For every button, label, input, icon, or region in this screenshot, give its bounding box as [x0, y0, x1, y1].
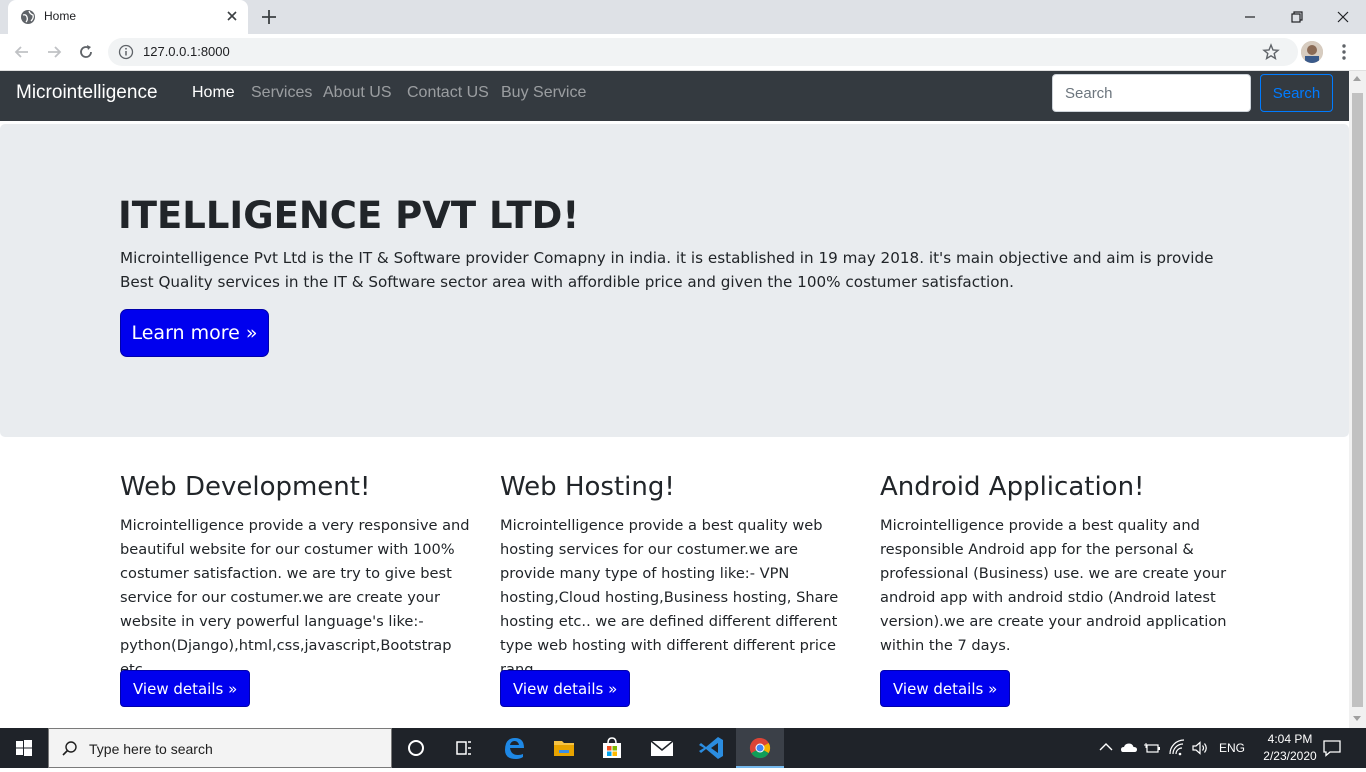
bookmark-star-icon[interactable] — [1262, 43, 1280, 61]
address-bar[interactable]: 127.0.0.1:8000 — [108, 38, 1298, 66]
service-description: Microintelligence provide a best quality… — [500, 517, 839, 678]
tab-title: Home — [44, 9, 77, 23]
site-brand[interactable]: Microintelligence — [16, 82, 158, 104]
file-explorer-icon[interactable] — [540, 728, 588, 768]
chrome-icon — [749, 737, 771, 759]
hero-description: Microintelligence Pvt Ltd is the IT & So… — [120, 249, 1214, 291]
vscode-icon[interactable] — [688, 728, 736, 768]
hero-jumbotron: ITELLIGENCE PVT LTD! Microintelligence P… — [0, 124, 1349, 437]
site-navbar: Microintelligence Home Services About US… — [0, 71, 1349, 121]
edge-browser-icon[interactable] — [490, 728, 538, 768]
input-language-indicator[interactable]: ENG — [1219, 741, 1245, 755]
wifi-icon[interactable] — [1168, 739, 1186, 757]
notifications-icon[interactable] — [1322, 738, 1342, 758]
view-details-button[interactable]: View details » — [120, 670, 251, 707]
browser-toolbar: 127.0.0.1:8000 — [0, 34, 1366, 71]
clock-date[interactable]: 2/23/2020 — [1256, 749, 1324, 763]
info-icon[interactable] — [118, 44, 134, 60]
chrome-taskbar-button[interactable] — [736, 728, 784, 768]
service-heading: Web Development! — [120, 472, 371, 502]
scroll-down-arrow-icon[interactable] — [1353, 716, 1361, 721]
nav-link-services[interactable]: Services — [251, 84, 312, 102]
windows-taskbar: Type here to search ENG 4:04 PM 2/23/202… — [0, 728, 1366, 768]
view-details-button[interactable]: View details » — [880, 670, 1011, 707]
nav-link-buy-service[interactable]: Buy Service — [501, 84, 586, 102]
microsoft-store-icon[interactable] — [588, 728, 636, 768]
service-heading: Android Application! — [880, 472, 1145, 502]
nav-link-about[interactable]: About US — [323, 84, 391, 102]
url-text: 127.0.0.1:8000 — [143, 44, 230, 59]
reload-icon[interactable] — [76, 42, 96, 62]
search-input[interactable] — [1052, 74, 1251, 112]
nav-link-contact[interactable]: Contact US — [407, 84, 489, 102]
service-heading: Web Hosting! — [500, 472, 675, 502]
nav-link-home[interactable]: Home — [192, 84, 235, 102]
show-hidden-icons-chevron-icon[interactable] — [1097, 739, 1115, 757]
service-column-android-application: Android Application! Microintelligence p… — [880, 471, 1230, 707]
more-menu-icon[interactable] — [1336, 42, 1352, 62]
learn-more-button[interactable]: Learn more » — [120, 309, 269, 357]
forward-icon[interactable] — [44, 42, 64, 62]
close-window-icon[interactable] — [1333, 7, 1353, 27]
hero-title: ITELLIGENCE PVT LTD! — [120, 194, 580, 237]
service-column-web-development: Web Development! Microintelligence provi… — [120, 471, 470, 707]
page-viewport: Microintelligence Home Services About US… — [0, 71, 1349, 728]
globe-icon — [21, 10, 35, 24]
service-description: Microintelligence provide a very respons… — [120, 517, 470, 678]
browser-tab-strip: Home — [0, 0, 1366, 34]
clock-time[interactable]: 4:04 PM — [1256, 732, 1324, 746]
cortana-icon[interactable] — [392, 728, 440, 768]
profile-avatar[interactable] — [1301, 41, 1323, 63]
page-scrollbar[interactable] — [1349, 71, 1366, 728]
hero-title-container: ITELLIGENCE PVT LTD! — [120, 194, 1220, 242]
scrollbar-thumb[interactable] — [1352, 93, 1363, 707]
battery-icon[interactable] — [1144, 739, 1162, 757]
back-icon[interactable] — [12, 42, 32, 62]
windows-start-icon[interactable] — [0, 728, 48, 768]
restore-icon[interactable] — [1287, 7, 1307, 27]
search-icon — [62, 741, 77, 756]
taskbar-search-box[interactable]: Type here to search — [48, 728, 392, 768]
avatar-image — [1301, 41, 1323, 63]
task-view-icon[interactable] — [440, 728, 488, 768]
browser-tab[interactable]: Home — [8, 0, 248, 34]
taskbar-search-placeholder: Type here to search — [89, 741, 213, 757]
view-details-button[interactable]: View details » — [500, 670, 631, 707]
minimize-icon[interactable] — [1240, 7, 1260, 27]
onedrive-cloud-icon[interactable] — [1120, 739, 1138, 757]
close-tab-icon[interactable] — [224, 8, 240, 24]
new-tab-icon[interactable] — [260, 8, 278, 26]
volume-icon[interactable] — [1191, 739, 1209, 757]
mail-icon[interactable] — [638, 728, 686, 768]
scroll-up-arrow-icon[interactable] — [1353, 76, 1361, 81]
search-button[interactable]: Search — [1260, 74, 1333, 112]
service-description: Microintelligence provide a best quality… — [880, 517, 1227, 654]
service-column-web-hosting: Web Hosting! Microintelligence provide a… — [500, 471, 850, 707]
